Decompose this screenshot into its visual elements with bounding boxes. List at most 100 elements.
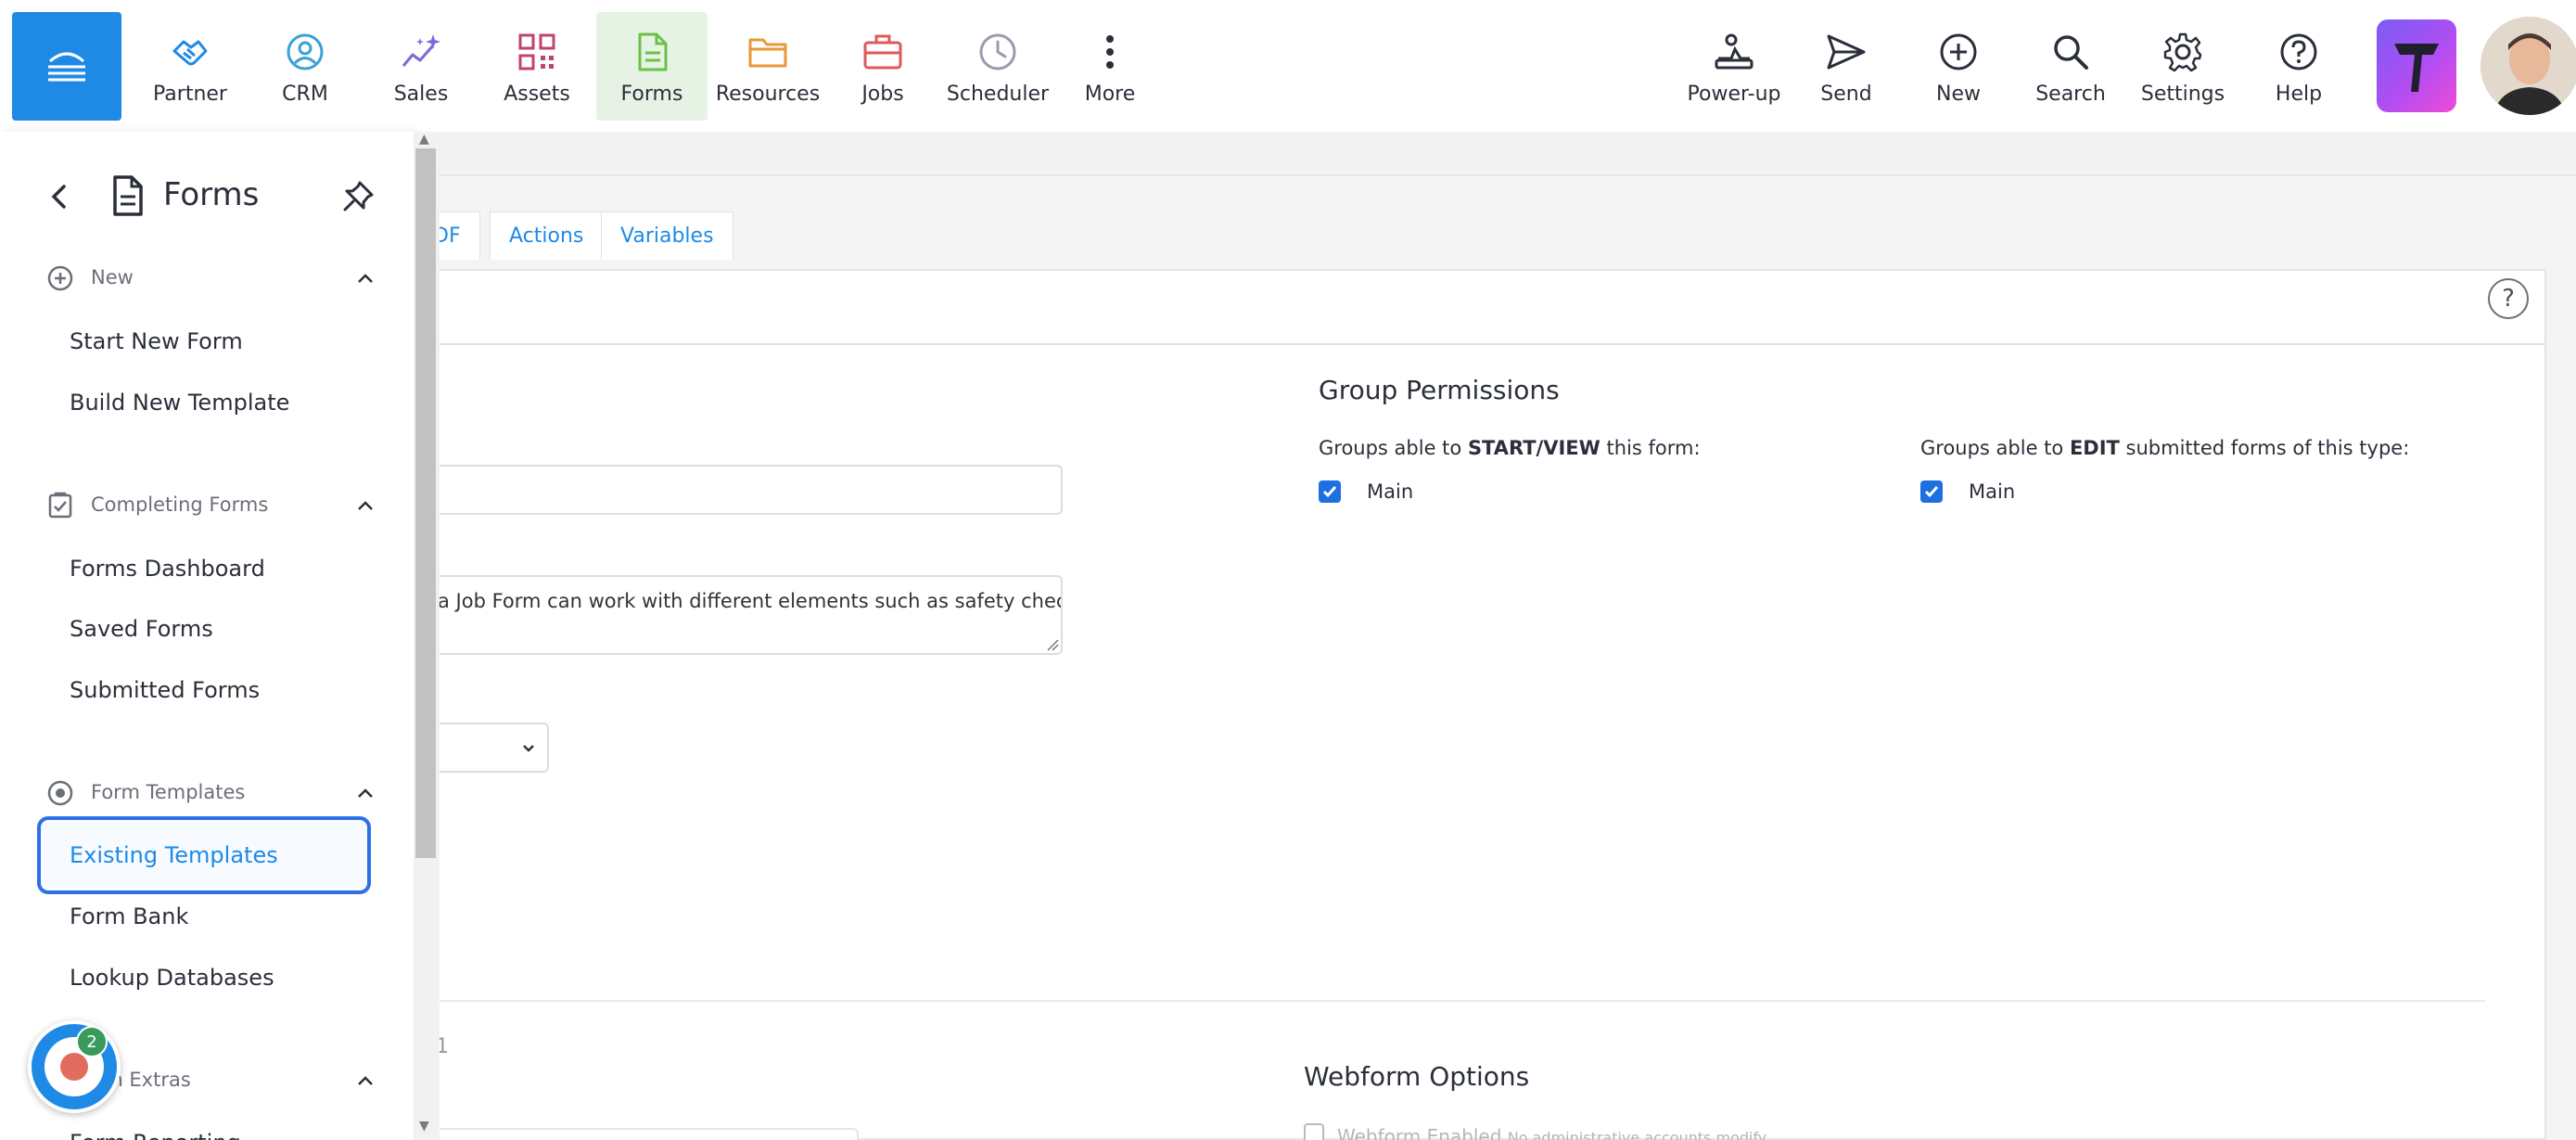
user-photo-icon — [2480, 17, 2576, 115]
tab-label: Variables — [620, 224, 714, 248]
handshake-icon — [169, 31, 211, 73]
sidebar-item-saved-forms[interactable]: Saved Forms — [37, 599, 371, 659]
nav-search[interactable]: Search — [2015, 12, 2126, 121]
chevron-down-icon — [523, 745, 534, 752]
section-label: New — [91, 266, 134, 288]
edit-label: Groups able to EDIT submitted forms of t… — [1920, 437, 2409, 459]
nav-more[interactable]: More — [1054, 12, 1166, 121]
nav-partner[interactable]: Partner — [134, 12, 246, 121]
sidebar-item-label: Submitted Forms — [70, 677, 261, 703]
record-dot — [60, 1053, 88, 1081]
start-view-main-checkbox[interactable] — [1319, 480, 1341, 503]
nav-label: Help — [2275, 83, 2323, 106]
edit-main-label: Main — [1969, 480, 2016, 503]
user-circle-icon — [284, 31, 326, 73]
search-icon — [2049, 31, 2092, 73]
plus-circle-icon — [1937, 31, 1980, 73]
webform-enabled-note: No administrative accounts modify — [1507, 1129, 1767, 1140]
nav-label: Partner — [153, 83, 227, 106]
sidebar-item-start-new-form[interactable]: Start New Form — [37, 312, 371, 371]
gear-icon — [2162, 31, 2204, 73]
nav-label: Settings — [2140, 83, 2225, 106]
sidebar-item-label: Start New Form — [70, 328, 243, 354]
group-permissions-title: Group Permissions — [1319, 375, 1560, 405]
more-vertical-icon — [1089, 31, 1131, 73]
sidebar-section-new[interactable]: New — [45, 260, 373, 297]
folder-icon — [746, 31, 789, 73]
sidebar-item-form-bank[interactable]: Form Bank — [37, 887, 371, 946]
sidebar-item-existing-templates[interactable]: Existing Templates — [37, 816, 371, 894]
clock-icon — [976, 31, 1019, 73]
sidebar-item-build-new-template[interactable]: Build New Template — [37, 373, 371, 432]
tab-variables[interactable]: Variables — [601, 211, 733, 260]
start-view-suffix: this form: — [1600, 437, 1701, 459]
clipboard-check-icon — [48, 492, 72, 519]
form-description-textarea[interactable]: a Job Form can work with different eleme… — [408, 575, 1063, 655]
tab-actions[interactable]: Actions — [490, 211, 604, 260]
sidebar-item-label: Form Reporting — [70, 1130, 241, 1140]
sidebar-section-form-templates[interactable]: Form Templates — [45, 775, 373, 812]
user-avatar[interactable] — [2480, 17, 2576, 115]
nav-send[interactable]: Send — [1791, 12, 1902, 121]
nav-forms[interactable]: Forms — [596, 12, 708, 121]
edit-suffix: submitted forms of this type: — [2119, 437, 2410, 459]
bottom-input-field[interactable] — [408, 1128, 859, 1140]
nav-scheduler[interactable]: Scheduler — [942, 12, 1053, 121]
screen-recorder-button[interactable] — [28, 1020, 121, 1113]
webform-enabled-checkbox[interactable] — [1304, 1123, 1324, 1140]
nav-help[interactable]: Help — [2243, 12, 2354, 121]
resize-handle-icon[interactable] — [1046, 638, 1059, 651]
tab-label: Actions — [509, 224, 584, 248]
nav-label: Jobs — [861, 83, 904, 106]
nav-jobs[interactable]: Jobs — [827, 12, 938, 121]
help-button[interactable]: ? — [2488, 278, 2529, 319]
nav-crm[interactable]: CRM — [249, 12, 361, 121]
scroll-up-arrow-icon[interactable]: ▲ — [419, 132, 429, 147]
briefcase-icon — [861, 31, 904, 73]
sidebar-section-completing-forms[interactable]: Completing Forms — [45, 487, 373, 524]
org-logo-icon — [2394, 44, 2439, 92]
chevron-up-icon — [358, 274, 373, 283]
edit-main-checkbox[interactable] — [1920, 480, 1943, 503]
back-button[interactable] — [41, 178, 78, 215]
nav-label: New — [1936, 83, 1981, 106]
sidebar-item-label: Saved Forms — [70, 616, 213, 642]
scroll-down-arrow-icon[interactable]: ▼ — [419, 1119, 429, 1134]
nav-label: More — [1084, 83, 1136, 106]
pin-icon — [343, 181, 374, 211]
radio-circle-icon — [47, 780, 73, 806]
org-switcher-avatar[interactable] — [2377, 19, 2456, 112]
nav-assets[interactable]: Assets — [481, 12, 593, 121]
section-label: Form Templates — [91, 781, 246, 803]
qr-code-icon — [516, 31, 558, 73]
nav-label: Power-up — [1687, 83, 1781, 106]
sidebar-item-label: Form Bank — [70, 903, 189, 929]
nav-sales[interactable]: Sales — [365, 12, 477, 121]
help-circle-icon — [2277, 31, 2320, 73]
webform-options-title: Webform Options — [1304, 1061, 1530, 1092]
sidebar-item-forms-dashboard[interactable]: Forms Dashboard — [37, 539, 371, 598]
sidebar-item-submitted-forms[interactable]: Submitted Forms — [37, 660, 371, 720]
sidebar-title: Forms — [163, 176, 260, 213]
home-logo-button[interactable] — [12, 12, 121, 121]
chevron-up-icon — [358, 1076, 373, 1085]
nav-label: Send — [1820, 83, 1872, 106]
panel-header-divider — [408, 343, 2546, 345]
nav-new[interactable]: New — [1903, 12, 2014, 121]
nav-label: Resources — [715, 83, 821, 106]
sidebar-item-label: Build New Template — [70, 390, 290, 416]
chevron-left-icon — [51, 185, 66, 209]
nav-resources[interactable]: Resources — [712, 12, 823, 121]
nav-label: Sales — [393, 83, 449, 106]
nav-label: CRM — [282, 83, 328, 106]
pin-button[interactable] — [338, 176, 378, 217]
nav-settings[interactable]: Settings — [2127, 12, 2238, 121]
sidebar-item-label: Existing Templates — [70, 842, 278, 868]
description-text: a Job Form can work with different eleme… — [438, 590, 1063, 612]
sidebar-item-lookup-databases[interactable]: Lookup Databases — [37, 948, 371, 1007]
form-name-input[interactable] — [408, 465, 1063, 515]
sidebar-item-form-reporting[interactable]: Form Reporting — [37, 1113, 371, 1140]
edit-bold: EDIT — [2069, 437, 2120, 459]
sidebar-scrollbar-thumb[interactable] — [415, 148, 436, 858]
nav-power-up[interactable]: Power-up — [1678, 12, 1790, 121]
